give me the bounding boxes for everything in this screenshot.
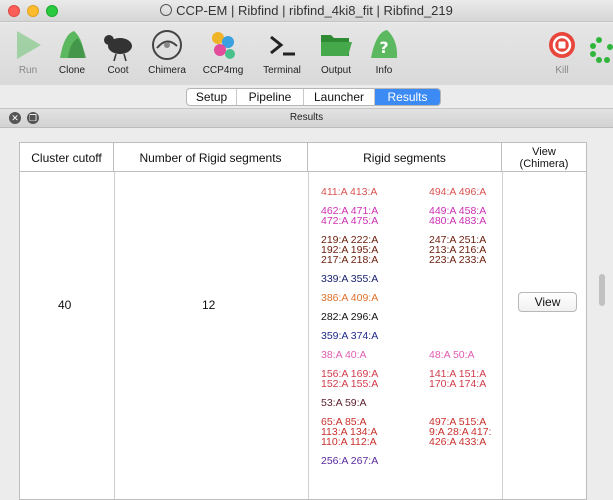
rigid-segment-left: 386:A 409:A [321,292,379,304]
info-icon: ? [364,27,404,63]
info-button[interactable]: ? Info [356,27,412,76]
rigid-segment-left: 339:A 355:A [321,273,379,285]
tab-row: Setup Pipeline Launcher Results [0,86,613,107]
loading-spinner-icon [590,35,613,65]
cutoff-cell: 40 [58,298,72,312]
tab-bar: Setup Pipeline Launcher Results [186,88,441,106]
rigid-segment-right: 48:A 50:A [429,349,475,361]
column-header-segments: Rigid segments [308,143,502,172]
info-label: Info [375,65,393,76]
coot-bird-icon [98,27,138,63]
rigid-segment-left: 256:A 267:A [321,455,379,467]
column-divider [502,172,503,499]
rigid-segment-left: 411:A 413:A [321,186,378,198]
clone-icon [52,27,92,63]
ccp4mg-label: CCP4mg [202,65,244,76]
tab-pipeline[interactable]: Pipeline [237,89,304,105]
column-header-view: View (Chimera) [519,145,569,170]
results-content: Cluster cutoff Number of Rigid segments … [0,129,613,500]
rigid-segment-right: 223:A 233:A [429,254,487,266]
rigid-segment-left: 152:A 155:A [321,378,379,390]
rigid-segment-left: 472:A 475:A [321,215,379,227]
column-divider [308,172,309,499]
results-panel-header: ✕ ❐ Results [0,108,613,128]
column-header-cutoff: Cluster cutoff [20,143,114,172]
terminal-icon [262,27,302,63]
coot-button[interactable]: Coot [90,27,146,76]
rigid-segment-left: 359:A 374:A [321,330,379,342]
toolbar: Run Clone Coot Chimera CCP4mg Terminal O… [0,23,613,85]
title-bar: CCP-EM | Ribfind | ribfind_4ki8_fit | Ri… [0,0,613,22]
rigid-segment-left: 38:A 40:A [321,349,367,361]
rigid-segment-left: 217:A 218:A [321,254,379,266]
tab-results[interactable]: Results [375,89,440,105]
chimera-label: Chimera [148,65,186,76]
ccp4mg-button[interactable]: CCP4mg [195,27,251,76]
kill-button[interactable]: Kill [534,27,590,76]
chimera-icon [147,27,187,63]
tab-launcher[interactable]: Launcher [304,89,375,105]
rigid-segment-left: 110:A 112:A [321,436,377,448]
rigid-segment-right: 426:A 433:A [429,436,487,448]
rigid-segment-right: 170:A 174:A [429,378,487,390]
column-header-num-segments: Number of Rigid segments [114,143,308,172]
column-divider [114,172,115,499]
table-header: Cluster cutoff Number of Rigid segments … [20,143,586,172]
chimera-button[interactable]: Chimera [139,27,195,76]
num-segments-cell: 12 [202,298,216,312]
folder-icon [316,27,356,63]
view-chimera-button[interactable]: View [518,292,577,312]
terminal-label: Terminal [263,65,301,76]
tab-setup[interactable]: Setup [187,89,237,105]
play-icon [8,27,48,63]
terminal-button[interactable]: Terminal [254,27,310,76]
window-title: CCP-EM | Ribfind | ribfind_4ki8_fit | Ri… [176,3,453,18]
results-table: Cluster cutoff Number of Rigid segments … [19,142,587,500]
window-title-wrap: CCP-EM | Ribfind | ribfind_4ki8_fit | Ri… [0,3,613,18]
rigid-segment-right: 494:A 496:A [429,186,487,198]
rigid-segment-left: 282:A 296:A [321,311,379,323]
stop-icon [542,27,582,63]
rigid-segment-left: 53:A 59:A [321,397,367,409]
results-title: Results [289,112,324,123]
kill-label: Kill [555,65,569,76]
rigid-segment-right: 480:A 483:A [429,215,487,227]
coot-label: Coot [107,65,129,76]
ccp4mg-icon [203,27,243,63]
app-icon [160,4,173,16]
svg-text:?: ? [379,38,388,57]
scrollbar-thumb[interactable] [599,274,605,306]
